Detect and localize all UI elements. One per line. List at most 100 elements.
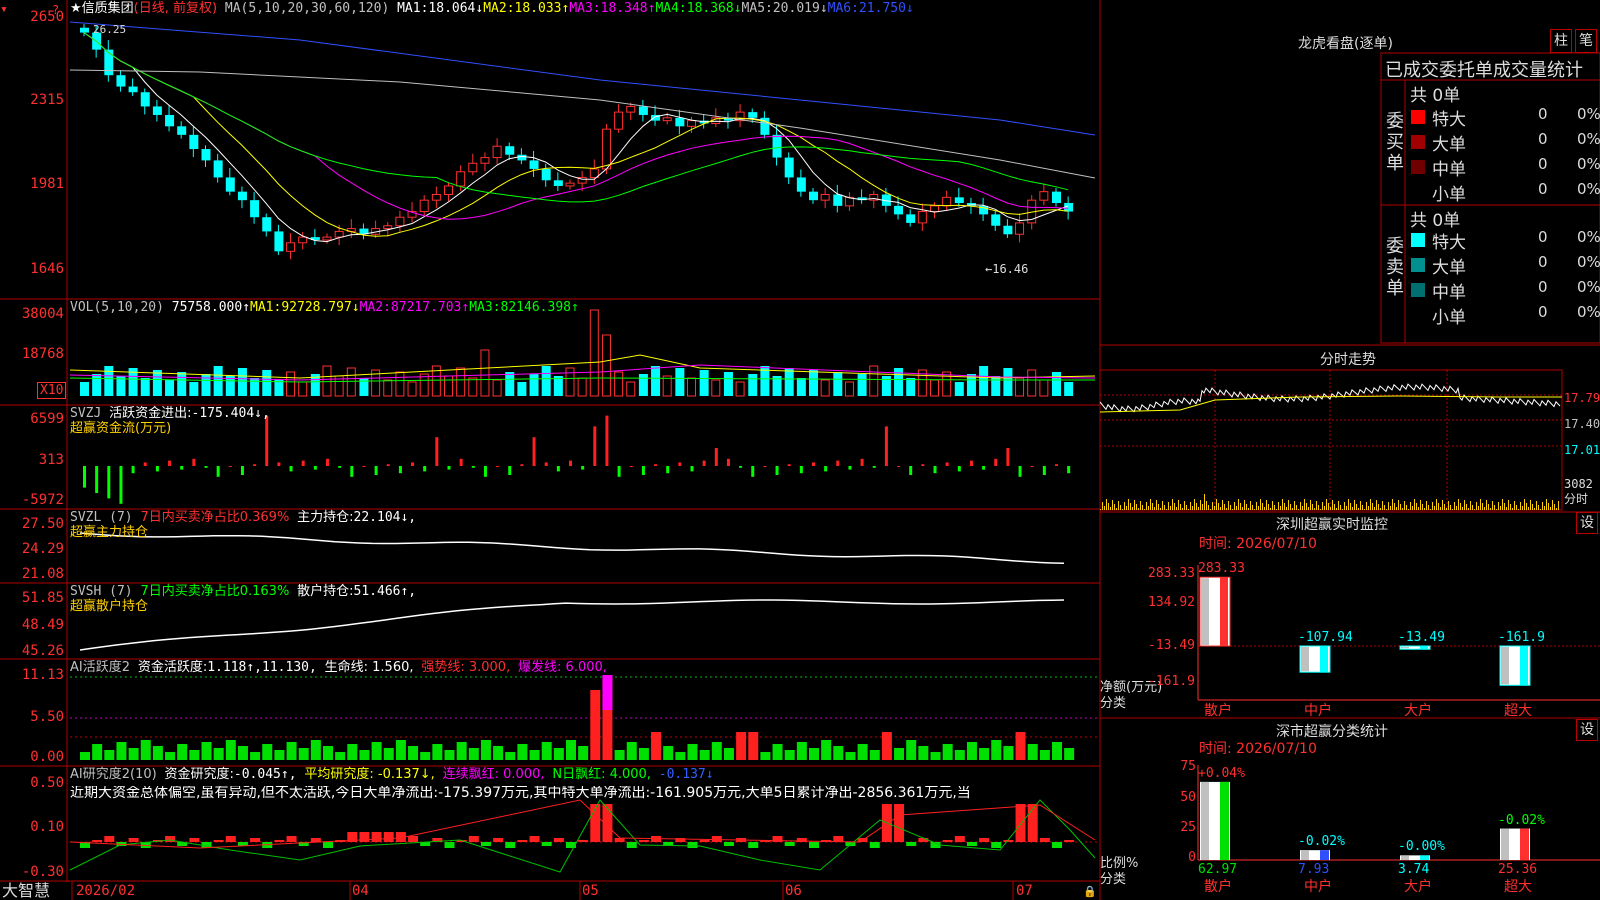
intraday-vol-bar [1254,509,1255,510]
dragon-header: 已成交委托单成交量统计 [1385,60,1583,81]
buy-color-swatch [1411,135,1425,149]
stats-ytick: 75 [1180,759,1196,774]
svzj-bars [83,415,1071,504]
svzj-bar [350,466,354,477]
volume-bar [140,378,150,396]
candle-up [456,171,466,187]
candle-down [954,197,964,204]
candle-down [906,214,916,223]
intraday-vol-bar [1204,494,1205,510]
svzj-bar [617,466,621,477]
ai1-strong: 强势线: 3.000, [421,660,511,675]
intraday-vol-bar [1308,507,1309,510]
svzj-bar [812,462,815,466]
vol-ma-values: MA1:92728.797↓MA2:87217.703↑MA3:82146.39… [250,300,579,315]
bar-view-button[interactable]: 柱 [1550,29,1572,53]
ai2-bar [966,842,977,846]
intraday-vol-bar [1498,502,1499,510]
intraday-vol-bar [1500,506,1501,510]
intraday-vol-bar [1446,508,1447,510]
main-header: ★信质集团(日线, 前复权) MA(5,10,20,30,60,120) MA1… [70,1,914,16]
ai2-bar [165,836,176,842]
lock-icon[interactable]: 🔒 [1083,884,1097,899]
svzj-bar [593,426,597,466]
stats-bar [1300,850,1330,860]
pen-view-button[interactable]: 笔 [1575,29,1597,53]
volume-bar [346,367,356,397]
svzj-bar [228,466,232,467]
buy-row-name: 大单 [1432,135,1466,155]
candle-down [104,49,114,76]
volume-bar [541,366,551,396]
stats-settings-button[interactable]: 设 [1576,719,1598,741]
monitor-category: 中户 [1304,703,1332,719]
candle-down [1003,225,1013,235]
svzj-bar [338,466,342,468]
ai1-bar [493,746,504,760]
candle-up [820,193,830,201]
volume-bar [954,382,964,396]
intraday-vol-bar [1266,500,1267,510]
intraday-vol-bar [1240,503,1241,510]
candle-up [480,157,490,164]
svzj-bar [921,464,925,466]
volume-bar [565,367,575,397]
monitor-settings-button[interactable]: 设 [1576,512,1598,534]
svsh-value: 51.466↑, [353,584,417,599]
svzj-bar [216,466,220,477]
volume-bar [809,370,818,396]
svzj-bar [301,460,305,466]
ai2-bar [128,838,139,842]
sell-row-pct: 0% [1577,278,1600,296]
candle-down [250,200,260,218]
intraday-vol-bar [1170,506,1171,510]
ai2-avg-line [69,799,1096,873]
svzj-bar [836,460,840,466]
stats-ytick: 0 [1188,850,1196,865]
intraday-vol-bar [1248,508,1249,510]
intraday-vol-bar [1362,505,1363,510]
svsh-line [79,599,1065,651]
ai2-bar [480,842,491,846]
ai1-bar [468,748,479,760]
stats-change: -0.02% [1298,834,1345,850]
chart-canvas[interactable] [0,0,1600,900]
intraday-vol-bar [1264,507,1265,510]
high-price-label: 26.25 [93,23,127,36]
ma-value: 20.019↓ [772,1,828,16]
candle-up [917,211,927,224]
intraday-vol-bar [1472,505,1473,510]
svsh-ytick: 45.26 [21,643,64,659]
candle-up [431,193,441,201]
intraday-vol-bar [1524,499,1525,510]
vol-ma-value: 92728.797↓ [281,300,360,315]
intraday-vol-bar [1410,502,1411,510]
volume-bar [942,371,952,397]
intraday-unit: 分时 [1564,492,1589,506]
svzj-bar [909,466,913,475]
intraday-vol-bar [1252,505,1253,510]
intraday-vol-bar [1444,504,1445,510]
ai1-bar [359,750,370,760]
ai1-bar [395,740,406,760]
ai2-bar [614,838,625,842]
candle-down [262,217,272,232]
intraday-vol-bar [1278,502,1279,510]
intraday-vol-bar [1206,501,1207,510]
candles [80,24,1074,260]
intraday-vol-bar [1420,500,1421,510]
brand-logo[interactable]: 大智慧 [2,882,50,900]
sell-color-swatch [1411,283,1425,297]
intraday-vol-bar [1134,500,1135,510]
intraday-vol-bar [1476,502,1477,510]
buy-color-swatch [1411,160,1425,174]
intraday-vol-bar [1466,504,1467,510]
intraday-vol-bar [1142,505,1143,510]
intraday-vol-bar [1554,504,1555,510]
intraday-vol-bar [1432,502,1433,510]
svzj-bar [447,466,451,470]
ai2-bar [444,842,455,848]
volume-bar [456,367,466,397]
candle-down [638,106,648,115]
volume-bar [492,379,502,397]
